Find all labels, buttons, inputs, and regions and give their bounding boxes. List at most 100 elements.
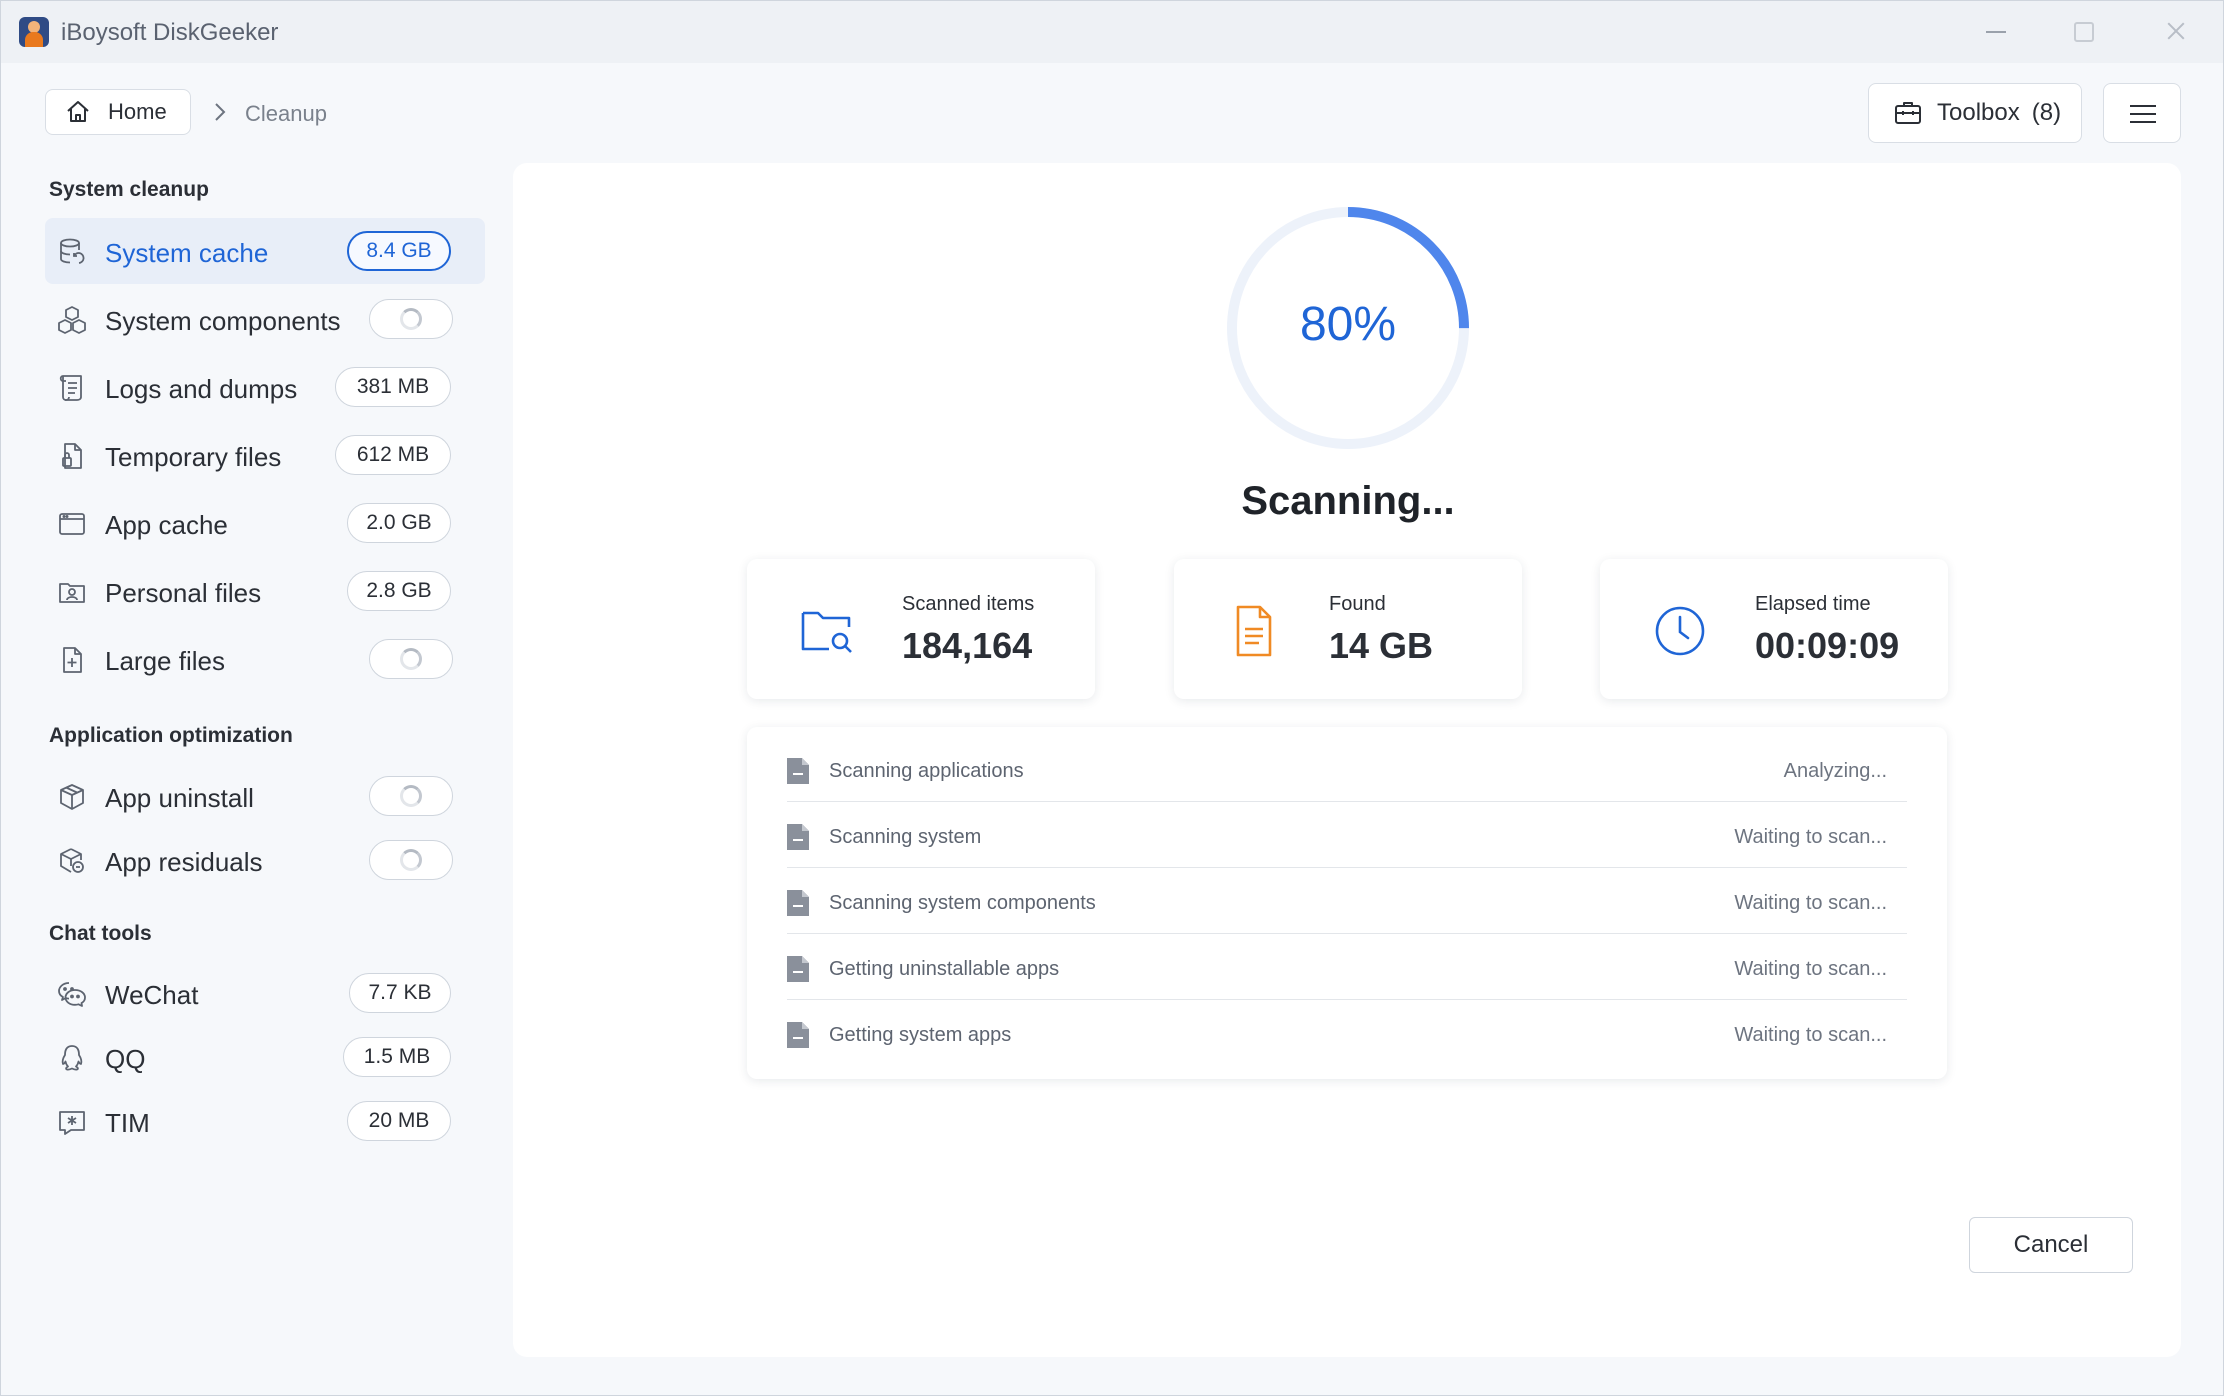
sidebar-item-app-residuals[interactable]: App residuals: [45, 827, 485, 893]
toolbox-label: Toolbox: [1937, 99, 2020, 126]
window-title: iBoysoft DiskGeeker: [61, 19, 279, 46]
scan-task-list: Scanning applications Analyzing... Scann…: [747, 727, 1947, 1079]
cancel-button[interactable]: Cancel: [1969, 1217, 2133, 1273]
task-name: Getting uninstallable apps: [829, 958, 1060, 980]
menu-icon: [2130, 105, 2156, 107]
sidebar-item-label: WeChat: [105, 980, 199, 1010]
sidebar-item-label: System components: [105, 306, 341, 336]
scroll-icon: [59, 375, 82, 401]
sidebar-item-tim[interactable]: TIM 20 MB: [45, 1088, 485, 1154]
progress-percent: 80%: [1299, 298, 1397, 351]
chevron-right-icon: [215, 103, 226, 121]
window-icon: [59, 513, 85, 535]
sidebar-item-label: App uninstall: [105, 783, 254, 813]
list-item: Scanning applications Analyzing...: [787, 736, 1907, 802]
stat-caption: Elapsed time: [1755, 593, 1871, 615]
size-badge: 2.0 GB: [347, 503, 451, 543]
sidebar-item-label: System cache: [105, 238, 269, 268]
task-status: Waiting to scan...: [1734, 892, 1887, 914]
sidebar-item-label: QQ: [105, 1044, 146, 1074]
sidebar-item-qq[interactable]: QQ 1.5 MB: [45, 1024, 485, 1090]
stat-card-found: Found 14 GB: [1174, 559, 1522, 699]
size-badge: 20 MB: [347, 1101, 451, 1141]
loading-spinner-icon: [369, 299, 453, 339]
list-item: Getting uninstallable apps Waiting to sc…: [787, 934, 1907, 1000]
task-name: Scanning system: [829, 826, 982, 848]
section-title-application-optimization: Application optimization: [49, 724, 293, 747]
sidebar-item-app-uninstall[interactable]: App uninstall: [45, 763, 485, 829]
home-label: Home: [108, 99, 167, 124]
app-window: iBoysoft DiskGeeker Home Cleanup Toolbox…: [0, 0, 2224, 1396]
task-status: Waiting to scan...: [1734, 958, 1887, 980]
stat-card-elapsed-time: Elapsed time 00:09:09: [1600, 559, 1948, 699]
document-icon: [1236, 605, 1272, 657]
section-title-system-cleanup: System cleanup: [49, 178, 209, 201]
loading-spinner-icon: [369, 840, 453, 880]
clock-icon: [1655, 606, 1705, 656]
toolbox-icon: [1895, 102, 1921, 124]
sidebar-item-temporary-files[interactable]: Temporary files 612 MB: [45, 422, 485, 488]
task-name: Scanning applications: [829, 760, 1024, 782]
tim-icon: [59, 1111, 85, 1135]
size-badge: 8.4 GB: [347, 231, 451, 271]
wechat-icon: [58, 982, 86, 1007]
stat-caption: Scanned items: [902, 593, 1035, 615]
breadcrumb-current: Cleanup: [245, 101, 327, 126]
sidebar-item-label: App cache: [105, 510, 228, 540]
sidebar-item-system-components[interactable]: System components: [45, 286, 485, 352]
folder-search-icon: [801, 611, 852, 653]
stat-value: 14 GB: [1329, 625, 1434, 666]
size-badge: 381 MB: [335, 367, 451, 407]
sidebar-item-wechat[interactable]: WeChat 7.7 KB: [45, 960, 485, 1026]
sidebar-item-label: Logs and dumps: [105, 374, 298, 404]
file-plus-icon: [63, 647, 82, 673]
section-title-chat-tools: Chat tools: [49, 922, 152, 945]
list-item: Scanning system Waiting to scan...: [787, 802, 1907, 868]
loading-spinner-icon: [369, 776, 453, 816]
task-name: Getting system apps: [829, 1024, 1012, 1046]
loading-spinner-icon: [369, 639, 453, 679]
sidebar-item-logs-and-dumps[interactable]: Logs and dumps 381 MB: [45, 354, 485, 420]
file-icon: [787, 890, 809, 916]
task-status: Analyzing...: [1783, 760, 1887, 782]
toolbox-button[interactable]: Toolbox (8): [1868, 83, 2082, 143]
sidebar-item-label: App residuals: [105, 847, 263, 877]
size-badge: 1.5 MB: [343, 1037, 451, 1077]
list-item: Scanning system components Waiting to sc…: [787, 868, 1907, 934]
close-button[interactable]: [2156, 15, 2196, 49]
sidebar-item-app-cache[interactable]: App cache 2.0 GB: [45, 490, 485, 556]
cubes-icon: [58, 306, 86, 334]
title-bar: iBoysoft DiskGeeker: [1, 1, 2223, 63]
temp-file-icon: [62, 443, 82, 469]
toolbox-count: (8): [2031, 99, 2062, 126]
size-badge: 2.8 GB: [347, 571, 451, 611]
home-icon: [67, 101, 89, 122]
stat-caption: Found: [1329, 593, 1386, 615]
stat-card-scanned-items: Scanned items 184,164: [747, 559, 1095, 699]
scan-status-title: Scanning...: [1241, 479, 1455, 523]
app-logo-icon: [19, 17, 49, 47]
sidebar-item-label: Personal files: [105, 578, 262, 608]
size-badge: 7.7 KB: [349, 973, 451, 1013]
file-icon: [787, 1022, 809, 1048]
sidebar-item-personal-files[interactable]: Personal files 2.8 GB: [45, 558, 485, 624]
stat-value: 184,164: [902, 625, 1033, 666]
file-icon: [787, 956, 809, 982]
folder-user-icon: [59, 583, 85, 603]
file-icon: [787, 758, 809, 784]
home-button[interactable]: Home: [45, 89, 191, 135]
minimize-button[interactable]: [1976, 15, 2016, 49]
task-name: Scanning system components: [829, 892, 1096, 914]
maximize-button[interactable]: [2063, 15, 2103, 49]
package-residual-icon: [60, 848, 84, 873]
task-status: Waiting to scan...: [1734, 826, 1887, 848]
file-icon: [787, 824, 809, 850]
qq-icon: [61, 1045, 83, 1071]
sidebar-item-large-files[interactable]: Large files: [45, 626, 485, 692]
list-item: Getting system apps Waiting to scan...: [787, 1000, 1907, 1066]
sidebar-item-system-cache[interactable]: System cache 8.4 GB: [45, 218, 485, 284]
database-icon: [60, 238, 85, 264]
sidebar-item-label: Temporary files: [105, 442, 282, 472]
size-badge: 612 MB: [335, 435, 451, 475]
menu-button[interactable]: [2103, 83, 2181, 143]
